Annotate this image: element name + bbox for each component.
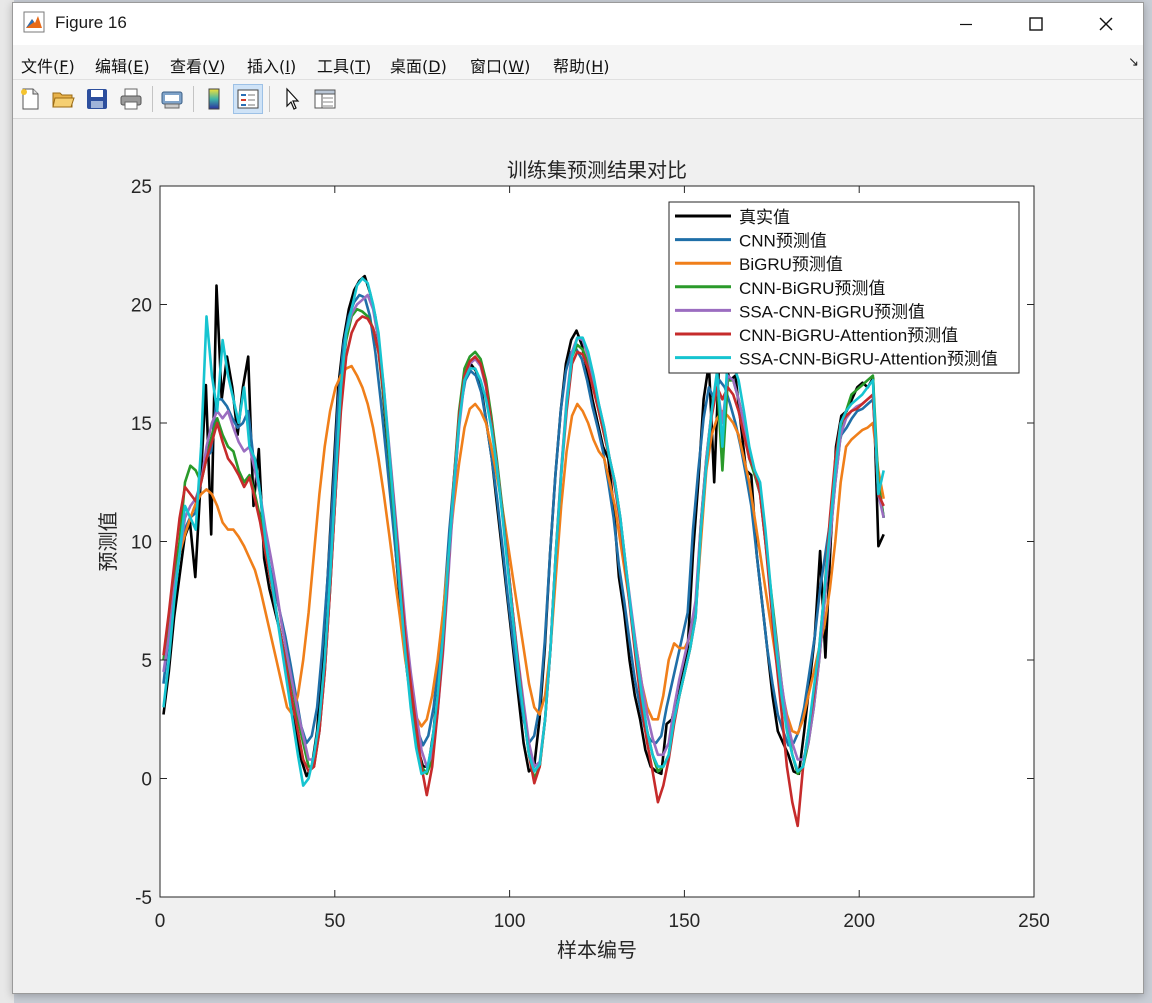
y-tick-label: -5 (135, 888, 152, 909)
y-tick-label: 0 (141, 770, 152, 791)
new-figure-button[interactable] (15, 84, 45, 114)
menu-tools[interactable]: 工具(T) (317, 53, 371, 77)
line-chart[interactable]: 0 50 100 150 200 250-50510152025训练集预测结果对比样本编号… (13, 119, 1143, 993)
close-icon (1099, 17, 1113, 31)
minimize-button[interactable] (935, 3, 997, 45)
close-button[interactable] (1075, 3, 1137, 45)
chart-title: 训练集预测结果对比 (507, 159, 687, 182)
legend-entry: CNN预测值 (739, 232, 827, 251)
open-file-icon (52, 92, 75, 108)
title-bar[interactable]: Figure 16 (13, 3, 1143, 45)
maximize-icon (1029, 17, 1043, 31)
y-tick-label: 5 (141, 651, 152, 672)
x-tick-label: 200 (843, 911, 875, 932)
x-tick-label: 100 (494, 911, 526, 932)
colorbar-icon (208, 88, 220, 110)
menu-insert[interactable]: 插入(I) (247, 53, 296, 77)
figure-window: Figure 16 文件(F) 编辑(E) 查看(V) 插入(I) 工具(T) … (12, 2, 1144, 994)
property-inspector-button[interactable] (310, 84, 340, 114)
dock-arrow-icon[interactable]: ↘ (1128, 55, 1139, 70)
legend-entry: CNN-BiGRU预测值 (739, 279, 885, 298)
x-tick-label: 150 (669, 911, 701, 932)
print-button[interactable] (116, 84, 146, 114)
print-preview-button[interactable] (157, 84, 187, 114)
menu-view[interactable]: 查看(V) (170, 53, 225, 77)
print-icon (120, 88, 142, 110)
pointer-icon (286, 87, 300, 110)
legend-entry: SSA-CNN-BiGRU-Attention预测值 (739, 350, 998, 369)
legend-button[interactable] (233, 84, 263, 114)
menu-bar: 文件(F) 编辑(E) 查看(V) 插入(I) 工具(T) 桌面(D) 窗口(W… (13, 45, 1143, 80)
save-button[interactable] (82, 84, 112, 114)
x-tick-label: 0 (155, 911, 166, 932)
x-axis-label: 样本编号 (557, 939, 637, 962)
y-tick-label: 10 (131, 533, 152, 554)
menu-desktop[interactable]: 桌面(D) (390, 53, 447, 77)
print-preview-icon (161, 91, 183, 109)
legend-entry: BiGRU预测值 (739, 255, 843, 274)
menu-file[interactable]: 文件(F) (21, 53, 75, 77)
maximize-button[interactable] (1005, 3, 1067, 45)
new-figure-icon (21, 88, 39, 110)
legend-entry: CNN-BiGRU-Attention预测值 (739, 326, 958, 345)
legend-icon (237, 89, 259, 109)
menu-help[interactable]: 帮助(H) (553, 53, 610, 77)
minimize-icon (960, 23, 972, 26)
property-inspector-icon (314, 89, 336, 109)
figure-canvas: 0 50 100 150 200 250 -5 0 5 10 15 20 25 训练集预测结果对比 样本编号… (13, 119, 1143, 993)
legend-entry: SSA-CNN-BiGRU预测值 (739, 302, 925, 321)
open-file-button[interactable] (48, 84, 78, 114)
window-title: Figure 16 (55, 13, 127, 32)
toolbar-separator (269, 86, 270, 112)
y-tick-label: 25 (131, 177, 152, 198)
y-tick-label: 15 (131, 414, 152, 435)
save-icon (87, 89, 107, 109)
matlab-icon (23, 11, 45, 33)
legend-entry: 真实值 (739, 208, 790, 227)
x-tick-label: 50 (324, 911, 345, 932)
menu-edit[interactable]: 编辑(E) (95, 53, 150, 77)
colorbar-button[interactable] (199, 84, 229, 114)
y-tick-label: 20 (131, 296, 152, 317)
x-tick-label: 250 (1018, 911, 1050, 932)
edit-plot-button[interactable] (277, 84, 307, 114)
menu-window[interactable]: 窗口(W) (470, 53, 530, 77)
figure-toolbar (13, 80, 1143, 119)
toolbar-separator (152, 86, 153, 112)
toolbar-separator (193, 86, 194, 112)
y-axis-label: 预测值 (97, 512, 120, 572)
